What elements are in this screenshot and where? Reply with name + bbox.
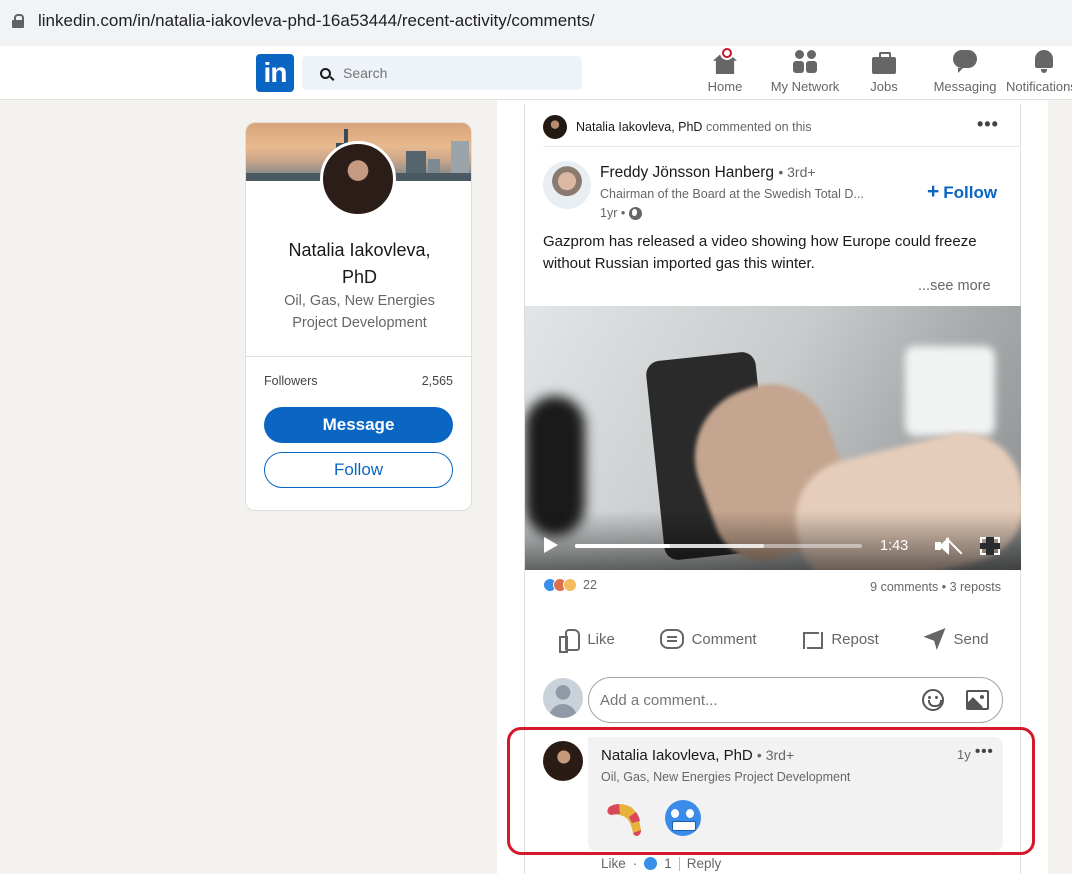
follow-author-label: Follow bbox=[943, 183, 998, 202]
image-icon[interactable] bbox=[966, 690, 989, 710]
message-button[interactable]: Message bbox=[264, 407, 453, 443]
see-more-link[interactable]: ...see more bbox=[918, 278, 991, 294]
post-context: Natalia Iakovleva, PhD commented on this bbox=[576, 120, 812, 134]
comment-like-button[interactable]: Like bbox=[601, 856, 626, 871]
like-label: Like bbox=[587, 630, 615, 648]
repost-button[interactable]: Repost bbox=[795, 622, 885, 656]
comment-actions: Like · 1 Reply bbox=[601, 856, 722, 871]
followers-count: 2,565 bbox=[421, 374, 453, 388]
comment-icon bbox=[659, 629, 684, 649]
post-counts: 9 comments • 3 reposts bbox=[870, 580, 1001, 594]
more-options-icon[interactable]: ••• bbox=[977, 114, 999, 135]
post-text: Gazprom has released a video showing how… bbox=[543, 233, 977, 272]
follow-button[interactable]: Follow bbox=[264, 452, 453, 488]
nav-messaging[interactable]: Messaging bbox=[929, 50, 1001, 94]
post-time-text: 1yr • bbox=[600, 206, 626, 220]
messaging-icon bbox=[953, 50, 977, 74]
author-headline: Chairman of the Board at the Swedish Tot… bbox=[600, 187, 864, 201]
repost-icon bbox=[801, 628, 824, 650]
like-button[interactable]: Like bbox=[551, 622, 621, 656]
nav-jobs-label: Jobs bbox=[870, 79, 898, 94]
send-button[interactable]: Send bbox=[918, 622, 995, 656]
plus-icon: + bbox=[927, 180, 940, 203]
nav-jobs[interactable]: Jobs bbox=[866, 50, 902, 94]
author-avatar[interactable] bbox=[543, 161, 591, 209]
current-user-avatar bbox=[543, 678, 583, 718]
profile-headline: Oil, Gas, New Energies Project Developme… bbox=[284, 293, 435, 331]
nav-my-network[interactable]: My Network bbox=[765, 50, 845, 94]
play-icon[interactable] bbox=[544, 537, 558, 553]
search-box[interactable] bbox=[302, 56, 582, 90]
author-name-text[interactable]: Freddy Jönsson Hanberg bbox=[600, 164, 774, 181]
context-action: commented on this bbox=[705, 120, 812, 134]
like-reaction-icon bbox=[644, 857, 658, 870]
send-icon bbox=[923, 628, 946, 650]
author-name[interactable]: Freddy Jönsson Hanberg • 3rd+ bbox=[600, 164, 816, 182]
emoji-icon[interactable] bbox=[922, 689, 944, 711]
comments-count[interactable]: 9 comments bbox=[870, 580, 938, 594]
my-network-icon bbox=[793, 50, 817, 74]
comment-box[interactable] bbox=[588, 677, 1003, 723]
context-avatar[interactable] bbox=[543, 115, 567, 139]
profile-name[interactable]: Natalia Iakovleva, PhD bbox=[246, 237, 471, 291]
divider bbox=[246, 356, 471, 357]
nav-messaging-label: Messaging bbox=[933, 79, 997, 94]
post-actions: Like Comment Repost Send bbox=[525, 622, 1021, 656]
nav-my-network-label: My Network bbox=[770, 79, 840, 94]
nav-notifications-label: Notifications bbox=[1006, 79, 1072, 94]
nav-notifications[interactable]: Notifications bbox=[1006, 50, 1072, 94]
mute-icon[interactable] bbox=[935, 537, 963, 555]
nav-home-label: Home bbox=[707, 79, 743, 94]
repost-label: Repost bbox=[831, 630, 879, 648]
notification-badge-icon bbox=[720, 46, 734, 60]
comment-highlight-annotation bbox=[507, 727, 1035, 855]
jobs-icon bbox=[872, 52, 896, 76]
video-progress-fill bbox=[575, 544, 670, 548]
comment-button[interactable]: Comment bbox=[654, 622, 763, 656]
follow-author-button[interactable]: + Follow bbox=[927, 180, 997, 204]
reactions-summary[interactable]: 22 bbox=[543, 578, 597, 592]
author-degree: • 3rd+ bbox=[778, 164, 816, 180]
reposts-count[interactable]: 3 reposts bbox=[950, 580, 1001, 594]
search-icon bbox=[320, 67, 331, 79]
post-time: 1yr • bbox=[600, 206, 643, 220]
url-text: linkedin.com/in/natalia-iakovleva-phd-16… bbox=[38, 11, 595, 30]
search-input[interactable] bbox=[343, 65, 543, 81]
notifications-icon bbox=[1032, 50, 1056, 74]
reaction-count: 22 bbox=[583, 578, 597, 592]
like-icon bbox=[557, 628, 581, 653]
url-field[interactable]: linkedin.com/in/natalia-iakovleva-phd-16… bbox=[0, 0, 1072, 42]
lock-icon bbox=[12, 14, 24, 28]
divider bbox=[543, 146, 1021, 147]
profile-card: Natalia Iakovleva, PhD Oil, Gas, New Ene… bbox=[245, 122, 472, 511]
video-progress-bar[interactable] bbox=[575, 544, 862, 548]
top-navigation-bar: in Home My Network Jobs Messaging Notifi… bbox=[0, 46, 1072, 100]
nav-home[interactable]: Home bbox=[706, 46, 744, 94]
video-player[interactable]: 1:43 bbox=[525, 306, 1021, 570]
comment-reply-button[interactable]: Reply bbox=[687, 856, 722, 871]
comment-label: Comment bbox=[691, 630, 757, 648]
linkedin-logo[interactable]: in bbox=[256, 54, 294, 92]
video-duration: 1:43 bbox=[880, 538, 909, 554]
comment-like-count[interactable]: 1 bbox=[664, 856, 672, 871]
send-label: Send bbox=[953, 630, 989, 648]
divider bbox=[678, 856, 680, 871]
context-name[interactable]: Natalia Iakovleva, PhD bbox=[576, 120, 702, 134]
profile-avatar[interactable] bbox=[320, 141, 396, 217]
fullscreen-icon[interactable] bbox=[980, 537, 1000, 555]
globe-icon bbox=[629, 206, 643, 220]
comment-input[interactable] bbox=[600, 691, 900, 709]
followers-label: Followers bbox=[264, 374, 318, 388]
browser-address-bar: linkedin.com/in/natalia-iakovleva-phd-16… bbox=[0, 0, 1072, 42]
insightful-reaction-icon bbox=[563, 578, 577, 592]
